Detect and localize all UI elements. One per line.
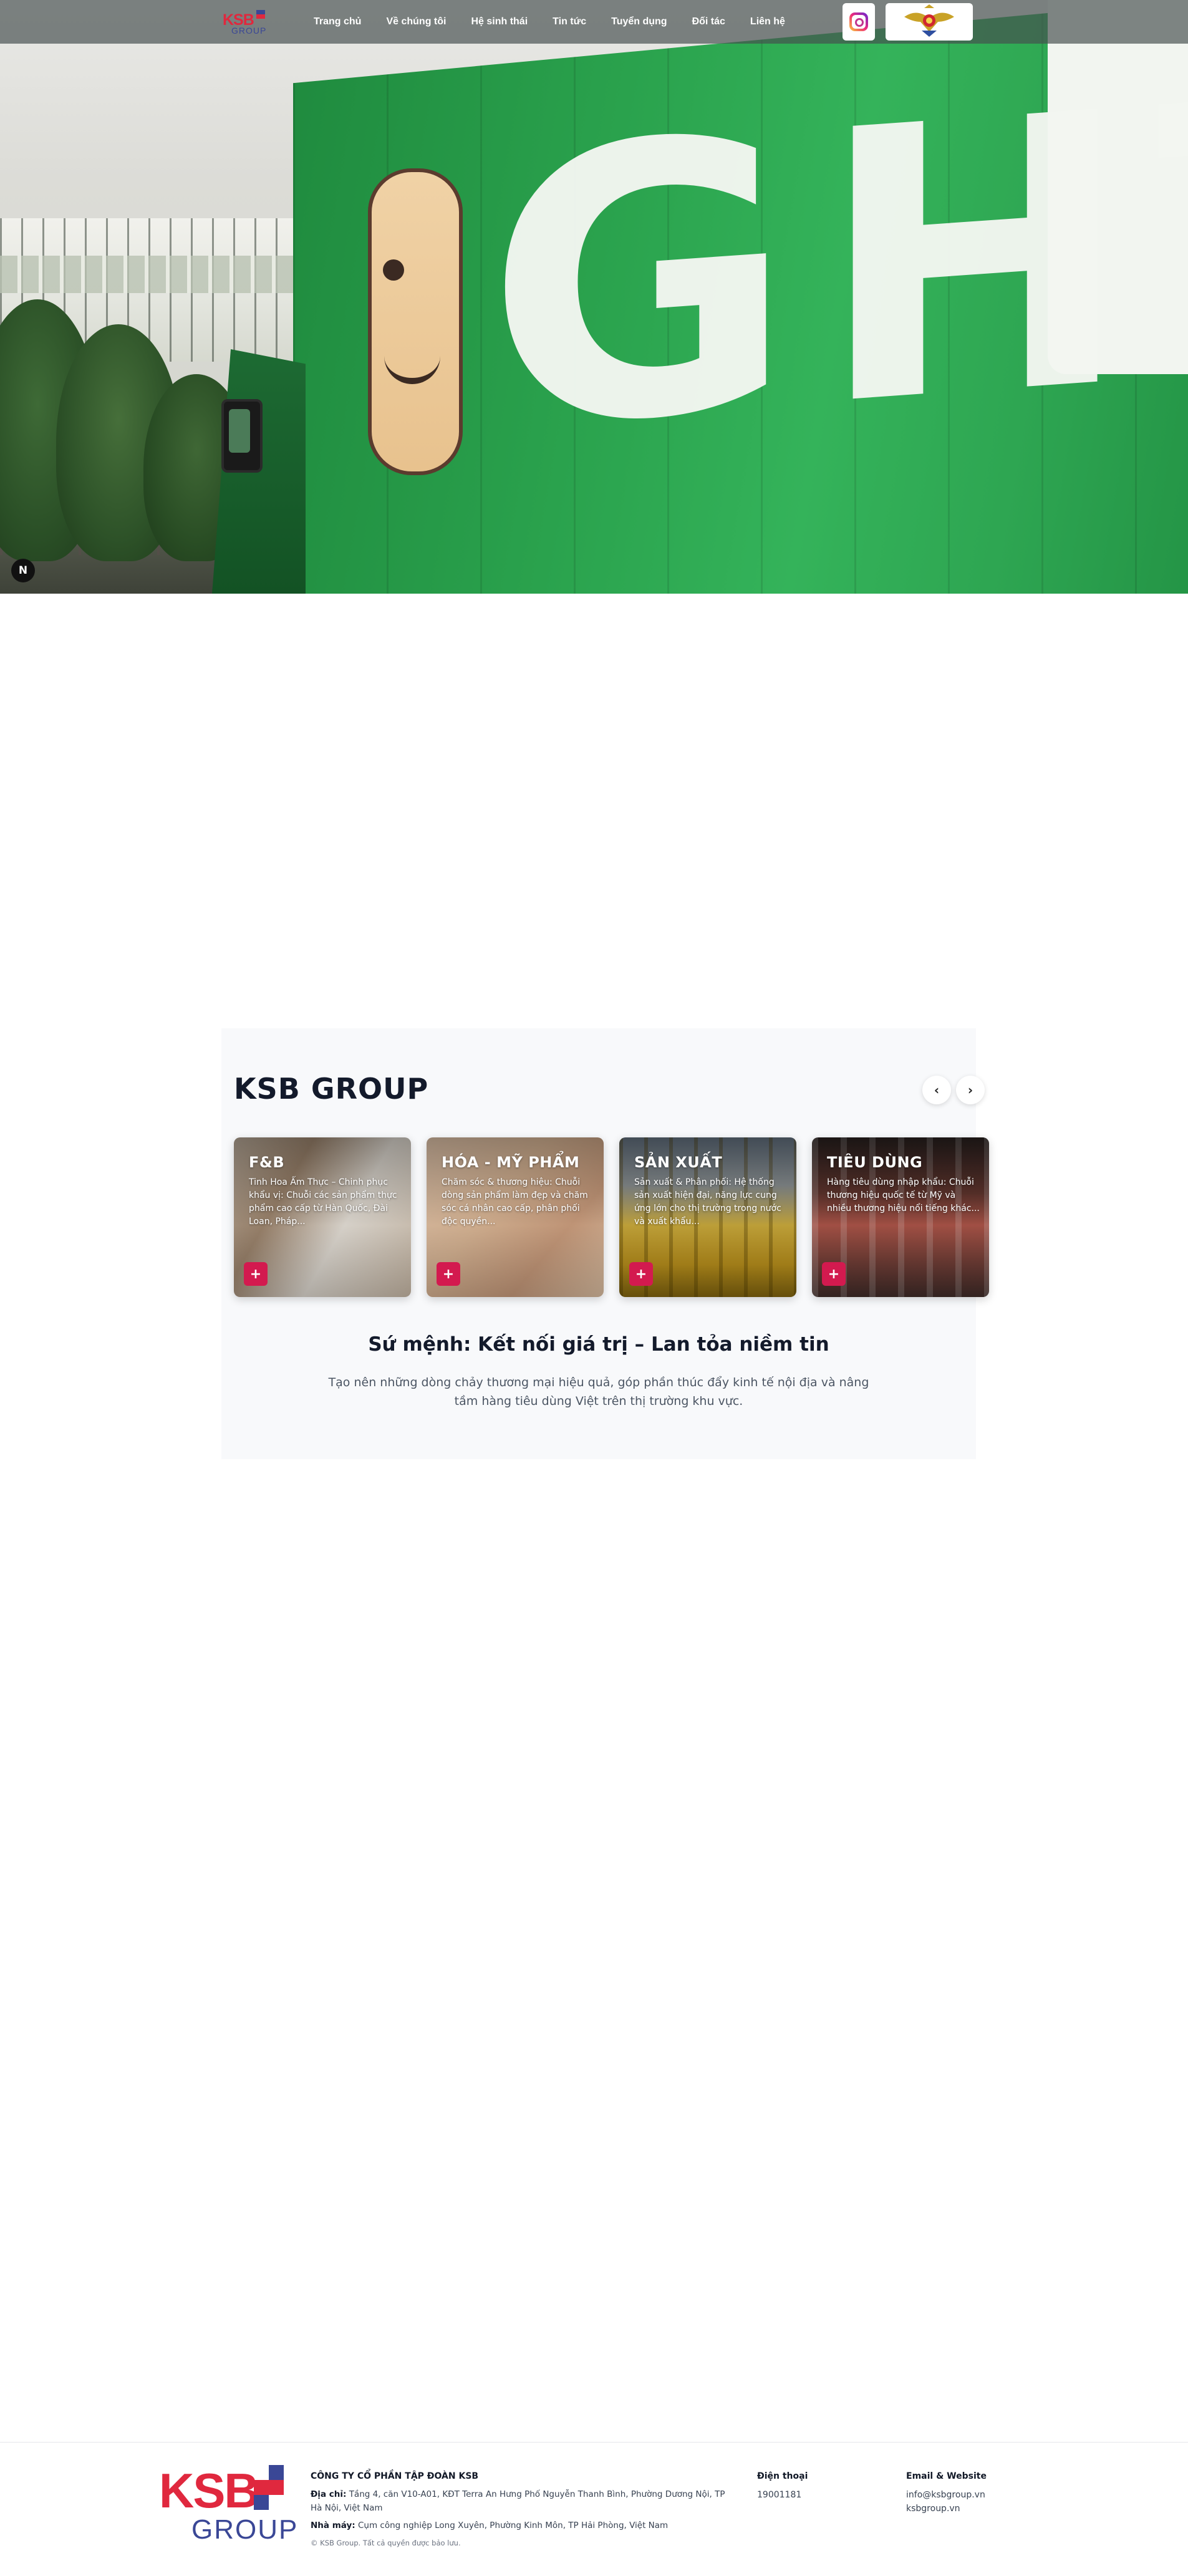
sector-card-cosmetics[interactable]: HÓA - MỸ PHẨM Chăm sóc & thương hiệu: Ch…: [427, 1137, 604, 1297]
emblem-badge[interactable]: [886, 3, 973, 41]
footer-email-label: Email & Website: [906, 2471, 987, 2481]
hero-banner: GHT N: [0, 0, 1188, 594]
footer-email[interactable]: info@ksbgroup.vn: [906, 2490, 985, 2500]
hero-truck-text: GHT: [486, 10, 1188, 513]
sector-card-manufacturing[interactable]: SẢN XUẤT Sản xuất & Phân phối: Hệ thống …: [619, 1137, 796, 1297]
carousel-prev-button[interactable]: ‹: [922, 1076, 951, 1104]
instagram-link[interactable]: [843, 3, 875, 41]
logo-text-group: GROUP: [231, 26, 267, 36]
section-title: KSB GROUP: [234, 1072, 429, 1106]
card-description: Hàng tiêu dùng nhập khẩu: Chuỗi thương h…: [827, 1177, 980, 1213]
logo-square-icon: [269, 2480, 284, 2495]
logo-text-group: GROUP: [191, 2514, 299, 2545]
nav-news[interactable]: Tin tức: [553, 16, 586, 27]
footer-website[interactable]: ksbgroup.vn: [906, 2504, 960, 2514]
factory-value: Cụm công nghiệp Long Xuyên, Phường Kinh …: [357, 2521, 669, 2530]
footer-factory: Nhà máy: Cụm công nghiệp Long Xuyên, Phư…: [311, 2519, 735, 2532]
mission-text: Tạo nên những dòng chảy thương mại hiệu …: [328, 1376, 869, 1408]
card-expand-button[interactable]: +: [244, 1262, 268, 1286]
instagram-icon: [849, 12, 868, 31]
card-description: Sản xuất & Phân phối: Hệ thống sản xuất …: [634, 1177, 781, 1227]
hero-building-windows: [0, 256, 324, 293]
site-header: KSB GROUP Trang chủ Về chúng tôi Hệ sinh…: [0, 0, 1188, 44]
sector-card-fnb[interactable]: F&B Tinh Hoa Ẩm Thực – Chinh phục khẩu v…: [234, 1137, 411, 1297]
logo-square-icon: [256, 10, 261, 14]
card-title: F&B: [249, 1154, 285, 1171]
card-expand-button[interactable]: +: [629, 1262, 653, 1286]
address-label: Địa chỉ:: [311, 2489, 347, 2499]
nav-contact[interactable]: Liên hệ: [750, 16, 785, 27]
logo-square-icon: [269, 2465, 284, 2480]
header-logo[interactable]: KSB GROUP: [223, 9, 266, 36]
logo-square-icon: [261, 14, 265, 19]
address-value: Tầng 4, căn V10-A01, KĐT Terra An Hưng P…: [311, 2489, 725, 2513]
mission-title: Sứ mệnh: Kết nối giá trị – Lan tỏa niềm …: [368, 1333, 829, 1356]
chevron-right-icon: ›: [967, 1083, 973, 1097]
logo-square-icon: [261, 10, 265, 14]
footer-phone[interactable]: 19001181: [757, 2490, 801, 2500]
card-title: SẢN XUẤT: [634, 1154, 723, 1171]
chevron-left-icon: ‹: [934, 1083, 940, 1097]
card-title: HÓA - MỸ PHẨM: [442, 1154, 580, 1171]
card-description: Tinh Hoa Ẩm Thực – Chinh phục khẩu vị: C…: [249, 1177, 397, 1227]
next-dev-badge[interactable]: N: [11, 559, 35, 582]
card-description: Chăm sóc & thương hiệu: Chuỗi dòng sản p…: [442, 1177, 588, 1227]
ksb-group-section: KSB GROUP ‹ › F&B Tinh Hoa Ẩm Thực – Chi…: [221, 1028, 989, 1459]
card-title: TIÊU DÙNG: [827, 1154, 923, 1171]
footer-address: Địa chỉ: Tầng 4, căn V10-A01, KĐT Terra …: [311, 2487, 735, 2515]
nav-about[interactable]: Về chúng tôi: [386, 16, 446, 27]
main-nav: Trang chủ Về chúng tôi Hệ sinh thái Tin …: [314, 0, 810, 44]
site-footer: KSB GROUP CÔNG TY CỔ PHẦN TẬP ĐOÀN KSB Đ…: [0, 2442, 1188, 2576]
nav-partners[interactable]: Đối tác: [692, 16, 725, 27]
carousel-next-button[interactable]: ›: [956, 1076, 985, 1104]
nav-careers[interactable]: Tuyển dụng: [611, 16, 667, 27]
footer-phone-label: Điện thoại: [757, 2471, 808, 2481]
hero-truck-mirror: [221, 399, 263, 473]
logo-square-icon: [256, 14, 261, 19]
footer-logo[interactable]: KSB GROUP: [159, 2463, 299, 2546]
nav-home[interactable]: Trang chủ: [314, 16, 361, 27]
logo-square-icon: [254, 2480, 269, 2495]
footer-copyright: © KSB Group. Tất cả quyền được bảo lưu.: [311, 2539, 461, 2547]
footer-company-name: CÔNG TY CỔ PHẦN TẬP ĐOÀN KSB: [311, 2471, 479, 2481]
logo-square-icon: [254, 2495, 269, 2510]
factory-label: Nhà máy:: [311, 2521, 355, 2530]
logo-text-ksb: KSB: [159, 2463, 259, 2518]
card-expand-button[interactable]: +: [822, 1262, 846, 1286]
hero-truck-mascot-logo: [368, 168, 463, 475]
nav-ecosystem[interactable]: Hệ sinh thái: [471, 16, 528, 27]
sector-card-consumer[interactable]: TIÊU DÙNG Hàng tiêu dùng nhập khẩu: Chuỗ…: [812, 1137, 989, 1297]
card-expand-button[interactable]: +: [437, 1262, 460, 1286]
eagle-emblem-icon: [904, 4, 954, 37]
